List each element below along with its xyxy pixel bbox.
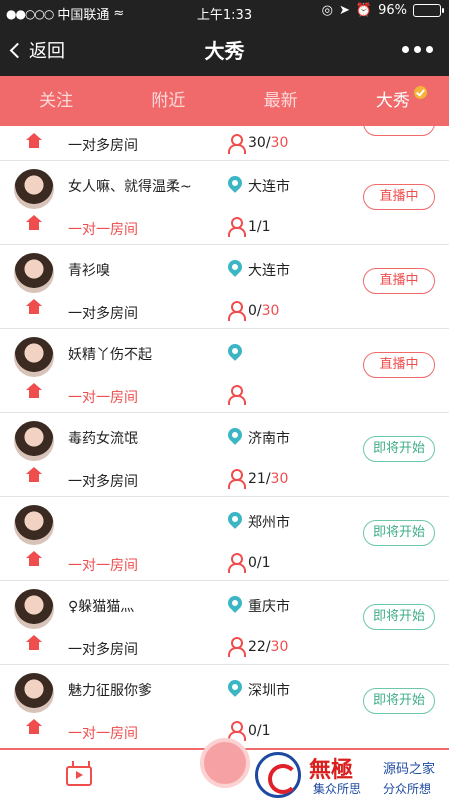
- avatar[interactable]: [14, 589, 54, 629]
- viewer-count: 0/30: [248, 303, 280, 319]
- avatar[interactable]: [14, 337, 54, 377]
- tab-latest[interactable]: 最新: [225, 76, 337, 126]
- city: 深圳市: [248, 683, 290, 699]
- viewer-count: 30/30: [248, 135, 289, 151]
- list-item[interactable]: 女人嘛、就得温柔~ 大连市 一对一房间 1/1 直播中: [0, 161, 449, 245]
- list-item[interactable]: 郑州市 一对一房间 0/1 即将开始: [0, 497, 449, 581]
- checkmark-badge-icon: [414, 86, 427, 99]
- watermark-logo: 無極 源码之家 集众所思 分众所想: [255, 752, 445, 798]
- upcoming-status-button[interactable]: 即将开始: [363, 688, 435, 714]
- viewer-count: 22/30: [248, 639, 289, 655]
- list-item[interactable]: 毒药女流氓 济南市 一对多房间 21/30 即将开始: [0, 413, 449, 497]
- room-type: 一对多房间: [68, 138, 138, 154]
- room-type: 一对多房间: [68, 306, 138, 322]
- room-type: 一对多房间: [68, 474, 138, 490]
- user-icon: [228, 217, 246, 237]
- upcoming-status-button[interactable]: 即将开始: [363, 604, 435, 630]
- battery-icon: [413, 4, 444, 17]
- watermark-emblem-icon: [255, 752, 301, 798]
- viewer-count: 0/1: [248, 555, 271, 571]
- avatar[interactable]: [14, 421, 54, 461]
- user-icon: [228, 637, 246, 657]
- city: 郑州市: [248, 515, 290, 531]
- page-title: 大秀: [204, 39, 245, 63]
- home-icon: [26, 635, 42, 654]
- battery-percent: 96%: [378, 3, 407, 18]
- location-pin-icon: [225, 593, 245, 613]
- avatar[interactable]: [14, 673, 54, 713]
- watermark-slogan-left: 集众所思: [313, 782, 362, 796]
- city: 大连市: [248, 263, 290, 279]
- nickname: 毒药女流氓: [68, 431, 138, 447]
- room-type: 一对一房间: [68, 558, 138, 574]
- nickname: 青衫嗅: [68, 263, 110, 279]
- room-type: 一对一房间: [68, 222, 138, 238]
- location-pin-icon: [225, 173, 245, 193]
- viewer-count: 0/1: [248, 723, 271, 739]
- bottom-tab-bar: 無極 源码之家 集众所思 分众所想: [0, 738, 449, 800]
- home-icon: [26, 299, 42, 318]
- category-tabs: 关注 附近 最新 大秀: [0, 76, 449, 126]
- tab-follow[interactable]: 关注: [0, 76, 112, 126]
- orientation-lock-icon: ◎: [321, 3, 333, 18]
- home-icon: [26, 467, 42, 486]
- user-icon: [228, 469, 246, 489]
- room-type: 一对一房间: [68, 726, 138, 742]
- location-pin-icon: [225, 509, 245, 529]
- upcoming-status-button[interactable]: 即将开始: [363, 520, 435, 546]
- user-icon: [228, 385, 246, 405]
- avatar[interactable]: [14, 253, 54, 293]
- live-status-button[interactable]: 直播中: [363, 268, 435, 294]
- location-pin-icon: [225, 341, 245, 361]
- city: 重庆市: [248, 599, 290, 615]
- city: 济南市: [248, 431, 290, 447]
- nickname: 妖精丫伤不起: [68, 347, 152, 363]
- room-type: 一对多房间: [68, 642, 138, 658]
- user-icon: [228, 301, 246, 321]
- list-item[interactable]: 一对多房间 30/30: [0, 126, 449, 161]
- list-item[interactable]: ♀躲猫猫灬 重庆市 一对多房间 22/30 即将开始: [0, 581, 449, 665]
- list-item[interactable]: 妖精丫伤不起 一对一房间 直播中: [0, 329, 449, 413]
- location-pin-icon: [225, 677, 245, 697]
- record-button[interactable]: [200, 738, 250, 788]
- user-icon: [228, 134, 246, 154]
- tv-icon[interactable]: [66, 766, 92, 786]
- city: 大连市: [248, 179, 290, 195]
- home-icon: [26, 551, 42, 570]
- location-pin-icon: [225, 425, 245, 445]
- location-arrow-icon: ➤: [339, 3, 350, 18]
- home-icon: [26, 215, 42, 234]
- nickname: ♀躲猫猫灬: [68, 599, 135, 615]
- user-icon: [228, 721, 246, 741]
- viewer-count: 1/1: [248, 219, 271, 235]
- tab-nearby[interactable]: 附近: [112, 76, 224, 126]
- avatar[interactable]: [14, 169, 54, 209]
- watermark-slogan-right: 分众所想: [383, 782, 432, 796]
- status-bar: ●●○○○ 中国联通 ≈ 上午1:33 ◎ ➤ ⏰ 96%: [0, 0, 449, 24]
- list-item[interactable]: 魅力征服你爹 深圳市 一对一房间 0/1 即将开始: [0, 665, 449, 748]
- tab-big-show[interactable]: 大秀: [337, 76, 449, 126]
- alarm-icon: ⏰: [355, 3, 373, 18]
- upcoming-status-button[interactable]: 即将开始: [363, 436, 435, 462]
- viewer-count: 21/30: [248, 471, 289, 487]
- user-icon: [228, 553, 246, 573]
- home-icon: [26, 383, 42, 402]
- live-status-button[interactable]: 直播中: [363, 184, 435, 210]
- live-status-button[interactable]: 直播中: [363, 352, 435, 378]
- home-icon: [26, 719, 42, 738]
- nickname: 魅力征服你爹: [68, 683, 152, 699]
- list-item[interactable]: 青衫嗅 大连市 一对多房间 0/30 直播中: [0, 245, 449, 329]
- room-type: 一对一房间: [68, 390, 138, 406]
- location-pin-icon: [225, 257, 245, 277]
- navigation-bar: 返回 大秀: [0, 24, 449, 76]
- avatar[interactable]: [14, 505, 54, 545]
- more-menu-icon[interactable]: [402, 46, 433, 53]
- watermark-subtitle: 源码之家: [383, 762, 436, 777]
- nickname: 女人嘛、就得温柔~: [68, 179, 192, 195]
- room-list[interactable]: 一对多房间 30/30 女人嘛、就得温柔~ 大连市 一对一房间 1/1 直播中 …: [0, 126, 449, 748]
- live-status-button[interactable]: [363, 126, 435, 136]
- home-icon: [26, 133, 42, 152]
